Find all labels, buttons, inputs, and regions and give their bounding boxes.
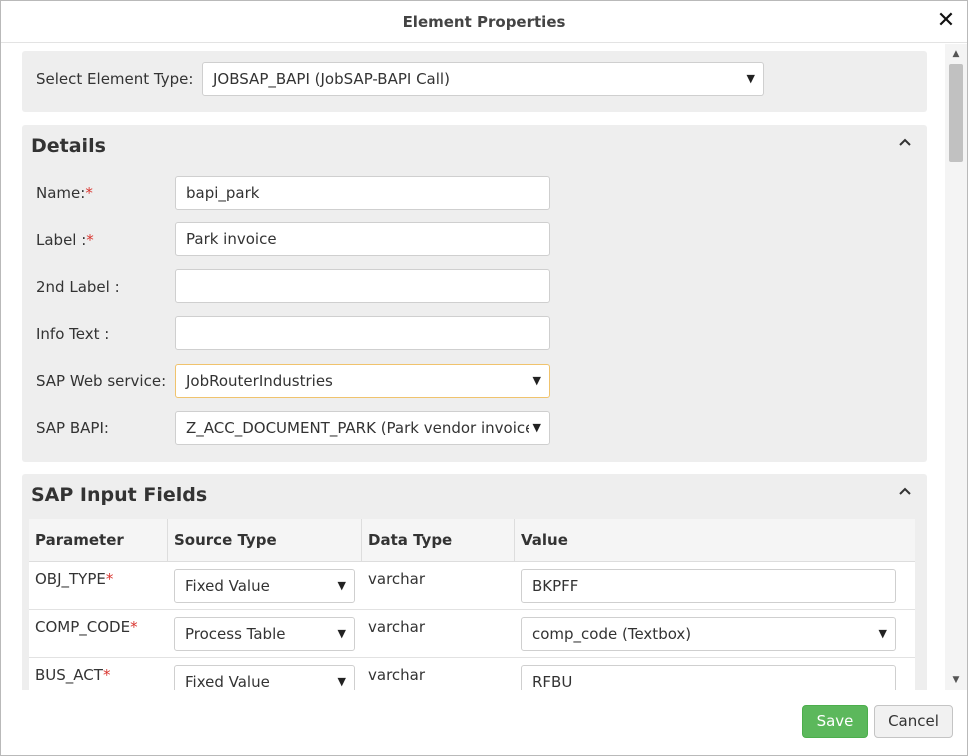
name-label: Name:* bbox=[36, 184, 93, 202]
element-properties-dialog: Element Properties ✕ Select Element Type… bbox=[0, 0, 968, 756]
element-type-select[interactable]: JOBSAP_BAPI (JobSAP-BAPI Call) ▼ bbox=[202, 62, 764, 96]
second-label-label: 2nd Label : bbox=[36, 278, 120, 296]
label-label-text: Label : bbox=[36, 231, 87, 249]
parameter-name: COMP_CODE bbox=[35, 618, 131, 636]
source-type-select[interactable]: Fixed Value ▼ bbox=[174, 665, 355, 690]
table-row: OBJ_TYPE* Fixed Value ▼ varchar BKPFF bbox=[29, 562, 915, 610]
required-marker: * bbox=[86, 231, 94, 249]
dialog-footer: Save Cancel bbox=[1, 690, 967, 755]
parameter-cell: COMP_CODE* bbox=[35, 618, 138, 636]
chevron-down-icon: ▼ bbox=[337, 579, 346, 592]
web-service-value: JobRouterIndustries bbox=[186, 372, 333, 390]
column-header-data-type[interactable]: Data Type bbox=[362, 519, 515, 562]
scroll-up-icon[interactable]: ▲ bbox=[945, 46, 967, 62]
table-row: BUS_ACT* Fixed Value ▼ varchar RFBU bbox=[29, 658, 915, 690]
parameter-name: OBJ_TYPE bbox=[35, 570, 106, 588]
bapi-select[interactable]: Z_ACC_DOCUMENT_PARK (Park vendor invoice… bbox=[175, 411, 550, 445]
sap-input-heading: SAP Input Fields bbox=[31, 484, 208, 506]
data-type-cell: varchar bbox=[368, 570, 426, 588]
required-marker: * bbox=[85, 184, 93, 202]
name-label-text: Name: bbox=[36, 184, 86, 202]
scroll-down-icon[interactable]: ▼ bbox=[945, 672, 967, 688]
chevron-down-icon: ▼ bbox=[746, 72, 755, 85]
web-service-label: SAP Web service: bbox=[36, 372, 167, 390]
details-panel: Details Name:* bapi_park Label :* Park i… bbox=[22, 125, 927, 462]
source-type-value: Process Table bbox=[185, 625, 286, 643]
value-input[interactable]: BKPFF bbox=[521, 569, 896, 603]
bapi-value: Z_ACC_DOCUMENT_PARK (Park vendor invoice… bbox=[186, 419, 541, 437]
close-icon[interactable]: ✕ bbox=[935, 9, 957, 33]
required-marker: * bbox=[130, 618, 138, 636]
value-input[interactable]: RFBU bbox=[521, 665, 896, 690]
parameter-cell: OBJ_TYPE* bbox=[35, 570, 113, 588]
parameter-cell: BUS_ACT* bbox=[35, 666, 110, 684]
data-type-cell: varchar bbox=[368, 618, 426, 636]
dialog-title: Element Properties bbox=[402, 13, 566, 31]
chevron-down-icon: ▼ bbox=[337, 675, 346, 688]
label-input[interactable]: Park invoice bbox=[175, 222, 550, 256]
column-header-value[interactable]: Value bbox=[515, 519, 915, 562]
chevron-up-icon[interactable] bbox=[897, 484, 913, 500]
table-header: Parameter Source Type Data Type Value bbox=[29, 519, 915, 562]
value-select[interactable]: comp_code (Textbox) ▼ bbox=[521, 617, 896, 651]
sap-input-table: Parameter Source Type Data Type Value OB… bbox=[29, 519, 915, 690]
label-label: Label :* bbox=[36, 231, 94, 249]
scrollbar-thumb[interactable] bbox=[949, 64, 963, 162]
chevron-down-icon: ▼ bbox=[878, 627, 887, 640]
element-type-panel: Select Element Type: JOBSAP_BAPI (JobSAP… bbox=[22, 51, 927, 112]
web-service-select[interactable]: JobRouterIndustries ▼ bbox=[175, 364, 550, 398]
cancel-button[interactable]: Cancel bbox=[874, 705, 953, 738]
source-type-value: Fixed Value bbox=[185, 673, 270, 690]
value-select-value: comp_code (Textbox) bbox=[532, 625, 692, 643]
info-text-label: Info Text : bbox=[36, 325, 110, 343]
chevron-down-icon: ▼ bbox=[532, 374, 541, 387]
chevron-up-icon[interactable] bbox=[897, 135, 913, 151]
data-type-cell: varchar bbox=[368, 666, 426, 684]
save-button[interactable]: Save bbox=[802, 705, 868, 738]
info-text-input[interactable] bbox=[175, 316, 550, 350]
second-label-input[interactable] bbox=[175, 269, 550, 303]
source-type-value: Fixed Value bbox=[185, 577, 270, 595]
parameter-name: BUS_ACT bbox=[35, 666, 103, 684]
element-type-value: JOBSAP_BAPI (JobSAP-BAPI Call) bbox=[213, 70, 450, 88]
dialog-titlebar: Element Properties ✕ bbox=[1, 1, 967, 43]
column-header-parameter[interactable]: Parameter bbox=[29, 519, 168, 562]
vertical-scrollbar[interactable]: ▲ ▼ bbox=[945, 44, 967, 690]
column-header-source-type[interactable]: Source Type bbox=[168, 519, 362, 562]
table-row: COMP_CODE* Process Table ▼ varchar comp_… bbox=[29, 610, 915, 658]
source-type-select[interactable]: Fixed Value ▼ bbox=[174, 569, 355, 603]
bapi-label: SAP BAPI: bbox=[36, 419, 109, 437]
chevron-down-icon: ▼ bbox=[528, 412, 541, 444]
name-input[interactable]: bapi_park bbox=[175, 176, 550, 210]
element-type-label: Select Element Type: bbox=[36, 70, 194, 88]
dialog-content[interactable]: Select Element Type: JOBSAP_BAPI (JobSAP… bbox=[1, 44, 945, 690]
required-marker: * bbox=[105, 570, 114, 588]
source-type-select[interactable]: Process Table ▼ bbox=[174, 617, 355, 651]
details-heading: Details bbox=[31, 135, 106, 157]
required-marker: * bbox=[102, 666, 111, 684]
sap-input-fields-panel: SAP Input Fields Parameter Source Type D… bbox=[22, 474, 927, 690]
chevron-down-icon: ▼ bbox=[337, 627, 346, 640]
